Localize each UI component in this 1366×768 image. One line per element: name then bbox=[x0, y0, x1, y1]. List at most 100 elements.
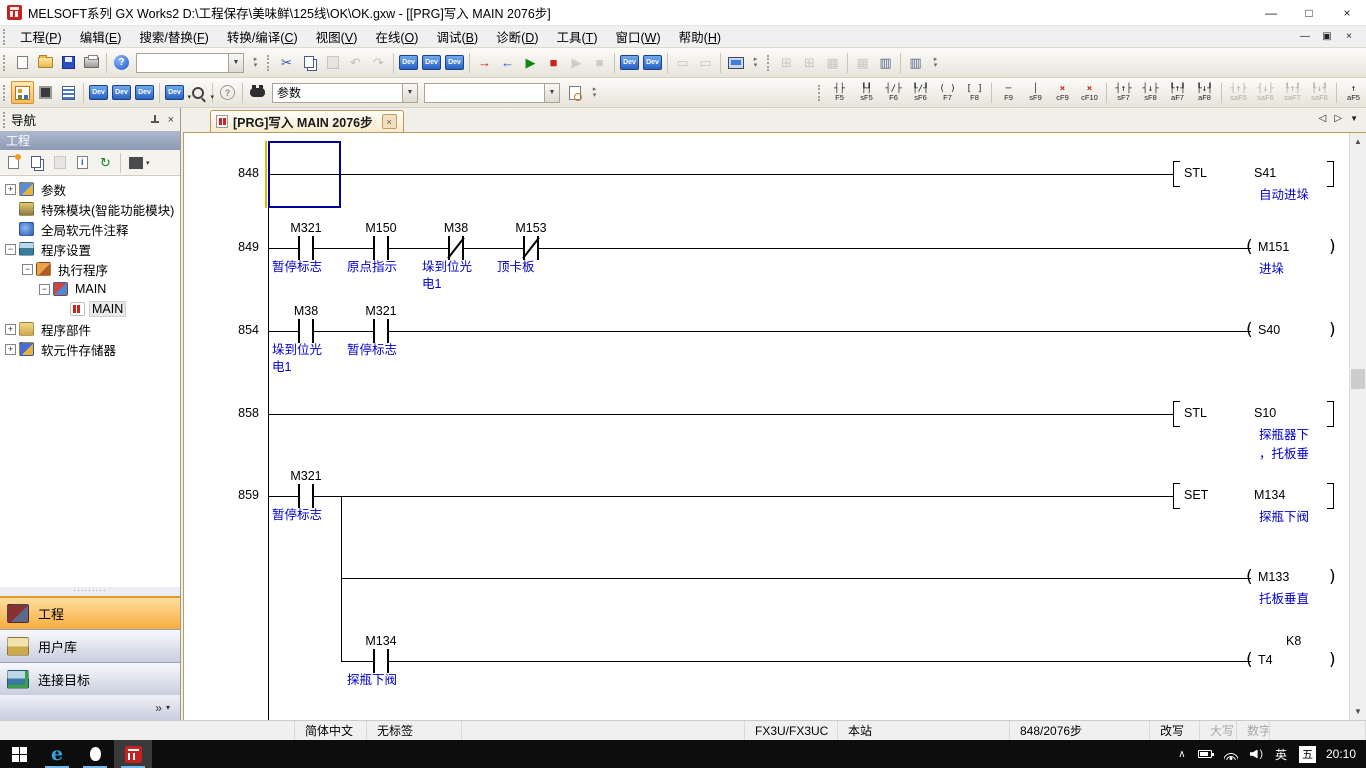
note-display-icon[interactable] bbox=[133, 81, 156, 104]
child-minimize-icon[interactable]: — bbox=[1294, 31, 1316, 42]
inline-structure-icon[interactable]: ▦ bbox=[821, 51, 844, 74]
tree-item-[interactable]: 特殊模块(智能功能模块) bbox=[0, 199, 180, 219]
toolbar-overflow-icon[interactable]: ▸▾ bbox=[929, 51, 942, 75]
statement-display-icon[interactable] bbox=[110, 81, 133, 104]
coil-button[interactable]: ( )F7 bbox=[934, 80, 961, 106]
save-project-icon[interactable] bbox=[57, 51, 80, 74]
taskbar-gxworks[interactable] bbox=[114, 740, 152, 768]
scrollbar-thumb[interactable] bbox=[1351, 369, 1365, 389]
write-to-plc-icon[interactable] bbox=[397, 51, 420, 74]
instruction-mnemonic[interactable]: SET bbox=[1184, 488, 1208, 502]
menu-item-c[interactable]: 转换/编译(C) bbox=[218, 25, 307, 48]
refresh-icon[interactable]: ↻ bbox=[94, 151, 117, 174]
navigation-toggle-icon[interactable] bbox=[11, 81, 34, 104]
tab-list-icon[interactable]: ▼ bbox=[1350, 114, 1358, 123]
verify-with-plc-icon[interactable] bbox=[443, 51, 466, 74]
menu-item-v[interactable]: 视图(V) bbox=[307, 25, 367, 48]
pulse-branch-button[interactable]: ┞↑┦aF7 bbox=[1164, 80, 1191, 106]
horizontal-line-button[interactable]: ─F9 bbox=[995, 80, 1022, 106]
menu-item-w[interactable]: 窗口(W) bbox=[606, 25, 669, 48]
label-declare-icon[interactable]: ▦ bbox=[851, 51, 874, 74]
coil-operand[interactable]: S40 bbox=[1258, 323, 1280, 337]
ladder-block-1-icon[interactable]: ⊞ bbox=[775, 51, 798, 74]
tab-close-icon[interactable]: × bbox=[382, 114, 397, 129]
ladder-block-2-icon[interactable]: ⊞ bbox=[798, 51, 821, 74]
paste-data-icon[interactable] bbox=[48, 151, 71, 174]
tree-item-[interactable]: −执行程序 bbox=[0, 259, 180, 279]
menu-item-t[interactable]: 工具(T) bbox=[548, 25, 607, 48]
tree-expander-icon[interactable]: + bbox=[5, 324, 16, 335]
find-in-data-icon[interactable] bbox=[563, 81, 586, 104]
pin-icon[interactable] bbox=[150, 115, 160, 125]
data-property-icon[interactable] bbox=[71, 151, 94, 174]
sort-filter-icon[interactable] bbox=[124, 151, 147, 174]
pulse-fall-contact-button[interactable]: ┤↓├sF8 bbox=[1137, 80, 1164, 106]
print-icon[interactable] bbox=[80, 51, 103, 74]
tree-expander-icon[interactable]: − bbox=[5, 244, 16, 255]
monitor-read-icon[interactable]: ← bbox=[496, 51, 519, 74]
tree-item-[interactable]: +参数 bbox=[0, 179, 180, 199]
pulse-not-contact-button[interactable]: ┤↑├saF5 bbox=[1225, 80, 1252, 106]
delete-vertical-line-button[interactable]: ×cF10 bbox=[1076, 80, 1103, 106]
help-2-icon[interactable] bbox=[216, 81, 239, 104]
monitor-step-icon[interactable]: ■ bbox=[588, 51, 611, 74]
input-language[interactable]: 英 bbox=[1269, 740, 1293, 768]
coil-operand[interactable]: M133 bbox=[1258, 570, 1289, 584]
ladder-canvas[interactable]: 848STLS41自动进垛849M321暂停标志M150原点指示M38垛到位光电… bbox=[184, 133, 1349, 720]
tab-main-program[interactable]: [PRG]写入 MAIN 2076步 × bbox=[210, 110, 404, 132]
volume-icon[interactable]: ) bbox=[1244, 740, 1269, 768]
clock[interactable]: 20:10 bbox=[1322, 747, 1366, 761]
menu-item-b[interactable]: 调试(B) bbox=[427, 25, 487, 48]
undo-icon[interactable]: ↶ bbox=[344, 51, 367, 74]
pulse-fall-not-branch-button[interactable]: ┞↓┦saF8 bbox=[1306, 80, 1333, 106]
copy-data-icon[interactable] bbox=[25, 151, 48, 174]
tree-item-main[interactable]: −MAIN bbox=[0, 279, 180, 299]
scroll-down-icon[interactable]: ▼ bbox=[1350, 703, 1366, 720]
tree-item-[interactable]: +软元件存储器 bbox=[0, 339, 180, 359]
open-contact-button[interactable]: ┤├F5 bbox=[826, 80, 853, 106]
statement-edit-icon[interactable]: ▭ bbox=[671, 51, 694, 74]
tree-item-[interactable]: −程序设置 bbox=[0, 239, 180, 259]
menu-item-f[interactable]: 搜索/替换(F) bbox=[130, 25, 217, 48]
nav-button-conn[interactable]: 连接目标 bbox=[0, 662, 180, 695]
battery-icon[interactable] bbox=[1192, 740, 1218, 768]
monitor-write-icon[interactable]: → bbox=[473, 51, 496, 74]
tab-prev-icon[interactable]: ◁ bbox=[1319, 113, 1327, 124]
find-box-combo[interactable]: ▼ bbox=[136, 53, 244, 73]
coil-operand[interactable]: M151 bbox=[1258, 240, 1289, 254]
note-edit-icon[interactable]: ▭ bbox=[694, 51, 717, 74]
vertical-scrollbar[interactable]: ▲ ▼ bbox=[1349, 133, 1366, 720]
monitor-stop-icon[interactable]: ■ bbox=[542, 51, 565, 74]
instruction-operand[interactable]: S41 bbox=[1254, 166, 1276, 180]
pulse-fall-not-contact-button[interactable]: ┤↓├saF6 bbox=[1252, 80, 1279, 106]
instruction-operand[interactable]: M134 bbox=[1254, 488, 1285, 502]
tree-item-[interactable]: +程序部件 bbox=[0, 319, 180, 339]
close-branch-button[interactable]: ┞/┦sF6 bbox=[907, 80, 934, 106]
toolbar-overflow-icon[interactable]: ▸▾ bbox=[588, 81, 601, 105]
menu-item-p[interactable]: 工程(P) bbox=[11, 25, 71, 48]
open-branch-button[interactable]: ┞┦sF5 bbox=[853, 80, 880, 106]
scroll-up-icon[interactable]: ▲ bbox=[1350, 133, 1366, 150]
nav-overflow[interactable]: »▾ bbox=[0, 695, 180, 720]
help-icon[interactable] bbox=[110, 51, 133, 74]
tree-item-[interactable]: 全局软元件注释 bbox=[0, 219, 180, 239]
device-find-icon[interactable]: ▾ bbox=[186, 81, 209, 104]
tab-next-icon[interactable]: ▷ bbox=[1334, 113, 1342, 124]
find-replace-icon[interactable] bbox=[246, 81, 269, 104]
menu-item-d[interactable]: 诊断(D) bbox=[487, 25, 547, 48]
device-monitor-2-icon[interactable] bbox=[641, 51, 664, 74]
open-project-icon[interactable] bbox=[34, 51, 57, 74]
delete-horizontal-line-button[interactable]: ×cF9 bbox=[1049, 80, 1076, 106]
monitor-pause-icon[interactable]: ▶ bbox=[565, 51, 588, 74]
cut-icon[interactable]: ✂ bbox=[275, 51, 298, 74]
tree-expander-icon[interactable]: + bbox=[5, 184, 16, 195]
menu-item-e[interactable]: 编辑(E) bbox=[71, 25, 131, 48]
wifi-icon[interactable] bbox=[1218, 740, 1244, 768]
taskbar-messenger[interactable] bbox=[76, 740, 114, 768]
application-instruction-button[interactable]: [ ]F8 bbox=[961, 80, 988, 106]
read-from-plc-icon[interactable] bbox=[420, 51, 443, 74]
output-window-icon[interactable] bbox=[57, 81, 80, 104]
pulse-not-branch-button[interactable]: ┞↑┦saF7 bbox=[1279, 80, 1306, 106]
device-monitor-1-icon[interactable] bbox=[618, 51, 641, 74]
minimize-icon[interactable]: — bbox=[1252, 0, 1290, 25]
